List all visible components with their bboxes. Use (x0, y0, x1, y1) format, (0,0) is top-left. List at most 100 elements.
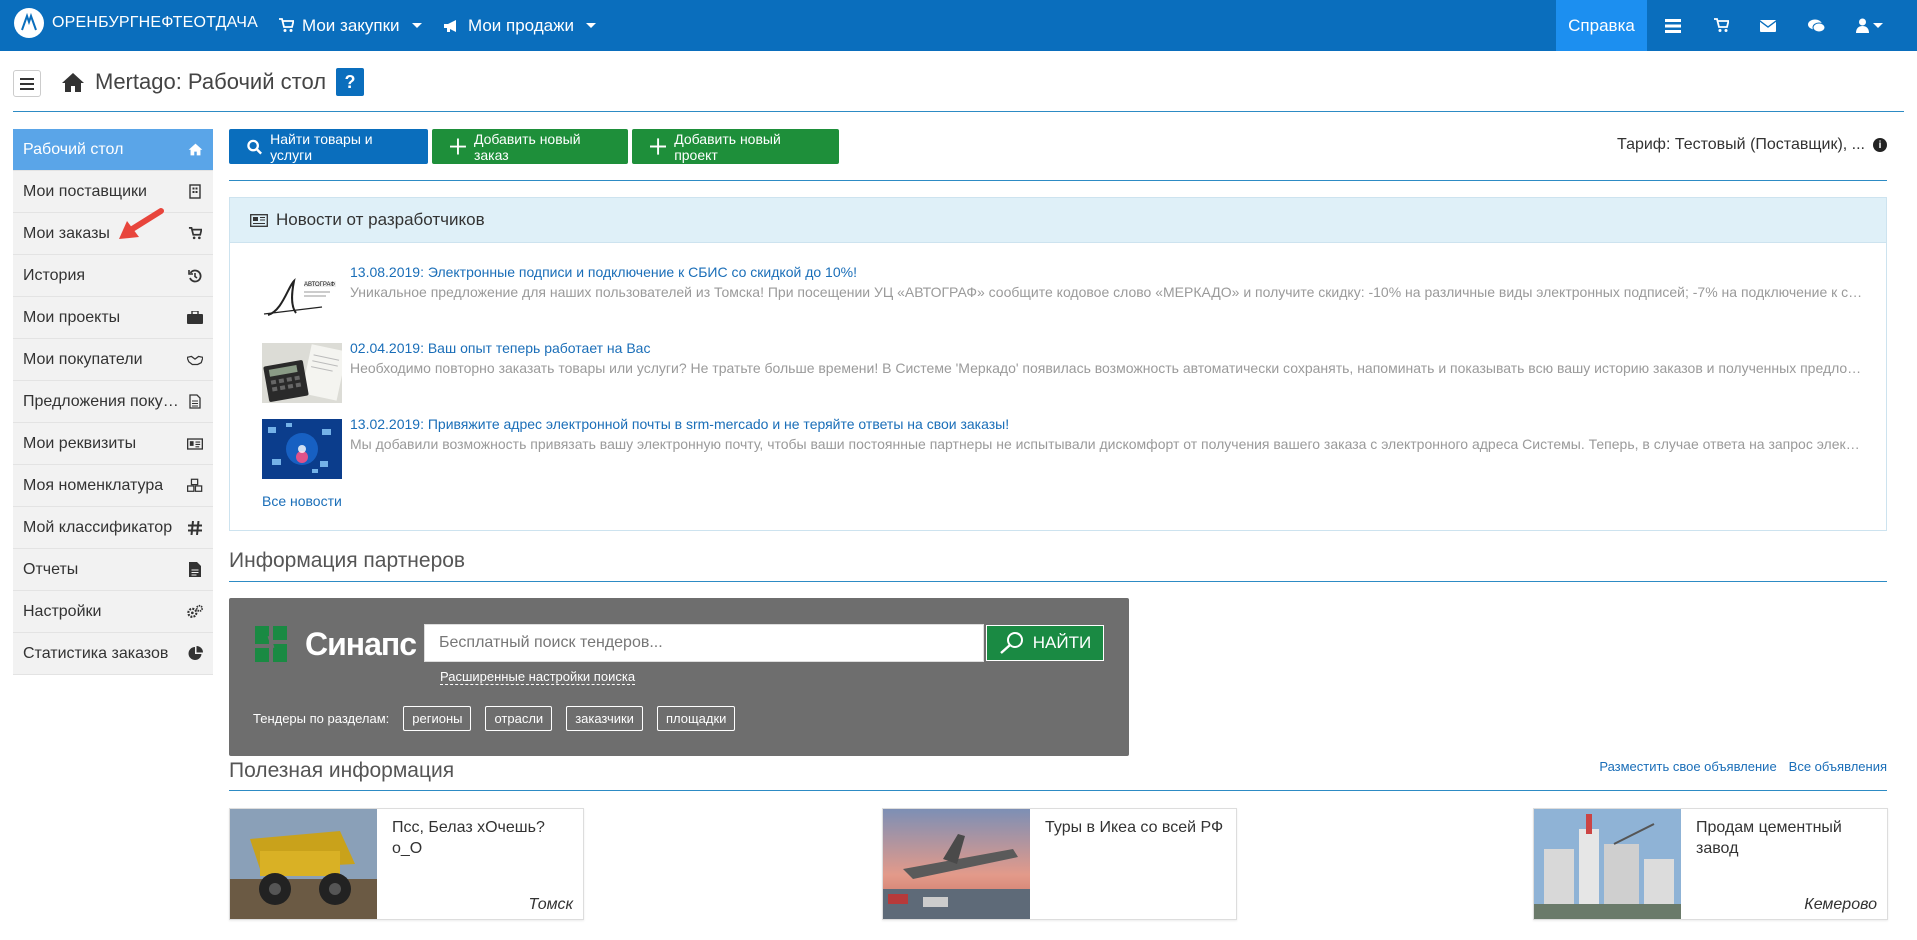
building-icon (187, 184, 203, 200)
news-item: 02.04.2019: Ваш опыт теперь работает на … (262, 340, 1872, 404)
ad-card-image-truck (230, 809, 377, 919)
pie-chart-icon (187, 646, 203, 662)
news-thumbnail-calculator (262, 343, 342, 403)
news-item-text: Уникальное предложение для наших пользов… (350, 284, 1866, 300)
hamburger-icon (20, 77, 34, 80)
brand-name: ОРЕНБУРГНЕФТЕОТДАЧА (52, 14, 258, 31)
find-goods-button[interactable]: Найти товары и услуги (229, 129, 428, 164)
chevron-down-icon (411, 23, 422, 28)
sidebar-item-nomenclature[interactable]: Моя номенклатура (13, 465, 213, 507)
help-button[interactable]: Справка (1556, 0, 1647, 51)
ad-card-title: Псс, Белаз хОчешь? о_О (392, 819, 545, 857)
ad-card-image-plane (883, 809, 1030, 919)
newspaper-icon (250, 213, 268, 227)
sidebar-item-label: Моя номенклатура (23, 476, 164, 494)
menu-my-purchases[interactable]: Мои закупки (278, 0, 422, 51)
svg-text:АВТОГРАФ: АВТОГРАФ (304, 282, 335, 288)
tender-search-input[interactable]: Бесплатный поиск тендеров... (424, 624, 984, 662)
sidebar-item-suppliers[interactable]: Мои поставщики (13, 171, 213, 213)
chevron-down-icon (586, 23, 597, 28)
news-item-text: Необходимо повторно заказать товары или … (350, 360, 1866, 376)
sidebar-item-label: Предложения покупателей (23, 392, 183, 410)
id-card-icon (187, 436, 203, 452)
ad-card[interactable]: Туры в Икеа со всей РФ (882, 808, 1237, 920)
ad-card[interactable]: Продам цементный завод Кемерово (1533, 808, 1888, 920)
post-ad-link[interactable]: Разместить свое объявление (1599, 759, 1776, 774)
sidebar-item-settings[interactable]: Настройки (13, 591, 213, 633)
menu-my-sales-label: Мои продажи (468, 15, 575, 35)
tariff-label: Тариф: Тестовый (Поставщик), ... (1617, 136, 1865, 153)
divider (13, 111, 1904, 112)
news-thumbnail-avtograf: АВТОГРАФ (262, 267, 342, 327)
brand[interactable]: ОРЕНБУРГНЕФТЕОТДАЧА (14, 8, 258, 38)
tariff-info[interactable]: Тариф: Тестовый (Поставщик), ... i (1617, 136, 1887, 154)
info-icon: i (1873, 138, 1887, 152)
ad-card-city: Кемерово (1804, 896, 1877, 913)
sidebar: Рабочий стол Мои поставщики Мои заказы И… (13, 129, 213, 675)
sidebar-toggle-button[interactable] (13, 70, 41, 97)
search-icon (247, 139, 263, 154)
ads-links: Разместить свое объявление Все объявлени… (1599, 759, 1887, 774)
tag-regions[interactable]: регионы (403, 706, 472, 731)
sidebar-item-desktop[interactable]: Рабочий стол (13, 129, 213, 171)
page-help-button[interactable]: ? (336, 68, 365, 96)
briefcase-icon (187, 310, 203, 326)
all-news-link[interactable]: Все новости (262, 493, 342, 509)
red-arrow-annotation (119, 208, 164, 239)
chat-icon[interactable] (1796, 0, 1836, 51)
document-icon (187, 394, 203, 410)
list-icon[interactable] (1653, 0, 1693, 51)
sidebar-item-classifier[interactable]: Мой классификатор (13, 507, 213, 549)
add-order-button[interactable]: Добавить новый заказ (432, 129, 628, 164)
advanced-search-link[interactable]: Расширенные настройки поиска (440, 669, 636, 685)
menu-my-sales[interactable]: Мои продажи (443, 0, 597, 51)
news-panel-header: Новости от разработчиков (230, 198, 1886, 243)
sidebar-item-reports[interactable]: Отчеты (13, 549, 213, 591)
sidebar-item-orders[interactable]: Мои заказы (13, 208, 213, 255)
all-ads-link[interactable]: Все объявления (1789, 759, 1887, 774)
add-project-button[interactable]: Добавить новый проект (632, 129, 839, 164)
sidebar-item-buyers[interactable]: Мои покупатели (13, 339, 213, 381)
news-item-text: Мы добавили возможность привязать вашу э… (350, 436, 1866, 452)
sinaps-logo-text: Синапс (305, 625, 417, 662)
sidebar-item-label: Мои поставщики (23, 182, 147, 200)
add-project-label: Добавить новый проект (674, 130, 781, 163)
hashtag-icon (187, 520, 203, 536)
news-panel: Новости от разработчиков АВТОГРАФ 13.08.… (229, 197, 1887, 531)
news-item-title[interactable]: 02.04.2019: Ваш опыт теперь работает на … (350, 340, 650, 356)
news-heading: Новости от разработчиков (276, 210, 485, 229)
file-icon (187, 562, 203, 578)
sidebar-item-projects[interactable]: Мои проекты (13, 297, 213, 339)
news-item-title[interactable]: 13.08.2019: Электронные подписи и подклю… (350, 264, 857, 280)
ad-card-title: Туры в Икеа со всей РФ (1045, 819, 1224, 836)
sidebar-item-statistics[interactable]: Статистика заказов (13, 633, 213, 675)
sidebar-item-label: Мои покупатели (23, 350, 143, 368)
sidebar-item-history[interactable]: История (13, 255, 213, 297)
page-header: Mertago: Рабочий стол ? (61, 68, 365, 96)
news-item-title[interactable]: 13.02.2019: Привяжите адрес электронной … (350, 416, 1009, 432)
home-icon (187, 142, 203, 158)
sidebar-item-label: Отчеты (23, 560, 79, 578)
handshake-icon (187, 352, 203, 368)
sidebar-item-label: История (23, 266, 86, 284)
user-menu[interactable] (1844, 0, 1894, 51)
sidebar-item-requisites[interactable]: Мои реквизиты (13, 423, 213, 465)
chevron-down-icon (1872, 23, 1883, 28)
tender-sections-label: Тендеры по разделам: (253, 711, 390, 726)
ad-card-image-factory (1534, 809, 1681, 919)
sidebar-item-label: Мой классификатор (23, 518, 173, 536)
sidebar-item-label: Рабочий стол (23, 140, 124, 158)
ad-card[interactable]: Псс, Белаз хОчешь? о_О Томск (229, 808, 584, 920)
cart-icon[interactable] (1701, 0, 1741, 51)
search-icon (999, 632, 1023, 654)
home-icon (62, 72, 84, 92)
sinaps-logo[interactable]: Синапс (253, 624, 417, 664)
tender-search-button[interactable]: НАЙТИ (986, 625, 1104, 661)
megaphone-icon (444, 19, 456, 32)
envelope-icon[interactable] (1748, 0, 1788, 51)
sidebar-item-buyer-offers[interactable]: Предложения покупателей (13, 381, 213, 423)
tag-industries[interactable]: отрасли (485, 706, 553, 731)
ad-card-title: Продам цементный завод (1696, 819, 1842, 857)
tag-platforms[interactable]: площадки (656, 706, 736, 731)
tag-customers[interactable]: заказчики (566, 706, 643, 731)
